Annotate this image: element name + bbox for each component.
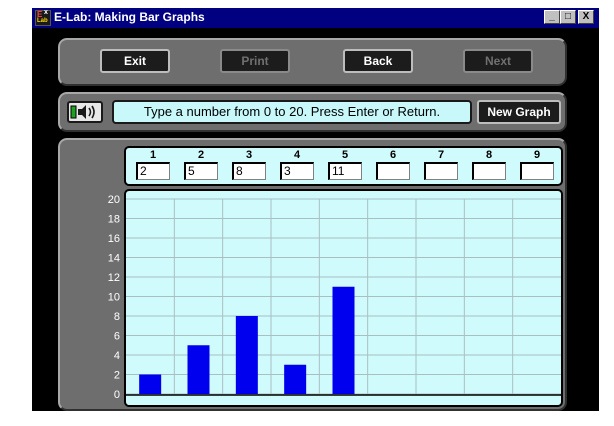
y-tick-label: 20: [108, 194, 120, 206]
y-tick-label: 8: [114, 311, 120, 323]
y-tick-label: 0: [114, 389, 120, 401]
maximize-button[interactable]: □: [560, 10, 576, 24]
bar-4: [284, 364, 307, 394]
instruction-prompt: Type a number from 0 to 20. Press Enter …: [112, 100, 472, 124]
message-panel: Type a number from 0 to 20. Press Enter …: [58, 92, 567, 132]
new-graph-button[interactable]: New Graph: [477, 100, 561, 124]
y-tick-label: 2: [114, 370, 120, 382]
close-button[interactable]: X: [578, 10, 594, 24]
window-title: E-Lab: Making Bar Graphs: [54, 10, 205, 24]
y-tick-label: 4: [114, 350, 120, 362]
exit-button[interactable]: Exit: [100, 49, 170, 73]
bar-3: [235, 316, 258, 394]
y-tick-label: 14: [108, 253, 120, 265]
y-tick-label: 6: [114, 331, 120, 343]
y-tick-label: 18: [108, 214, 120, 226]
sound-button[interactable]: [67, 101, 103, 123]
next-button[interactable]: Next: [463, 49, 533, 73]
speaker-icon: [70, 105, 95, 119]
elab-app-icon[interactable]: Ex Lab: [35, 9, 51, 26]
y-tick-label: 16: [108, 233, 120, 245]
navigation-panel: Exit Print Back Next: [58, 38, 567, 86]
back-button[interactable]: Back: [343, 49, 413, 73]
print-button[interactable]: Print: [220, 49, 290, 73]
y-tick-label: 10: [108, 292, 120, 304]
y-tick-label: 12: [108, 272, 120, 284]
minimize-button[interactable]: _: [544, 10, 560, 24]
graph-panel: 1 2 2 5 3 8 4 3 5 11 6 7 8 9 0 2 4 6 8 1…: [58, 138, 567, 411]
bar-2: [187, 345, 210, 394]
title-bar[interactable]: Ex Lab E-Lab: Making Bar Graphs _ □ X: [32, 8, 599, 28]
bar-1: [139, 374, 162, 394]
bar-5: [332, 286, 355, 394]
app-window: Ex Lab E-Lab: Making Bar Graphs _ □ X Exi…: [32, 8, 599, 411]
bar-graph: 0 2 4 6 8 10 12 14 16 18 20: [108, 194, 561, 401]
